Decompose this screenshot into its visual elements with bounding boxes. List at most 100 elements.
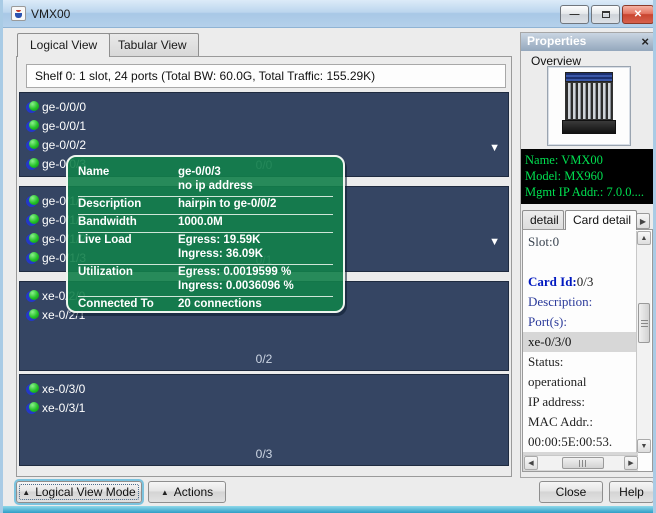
port-status-icon bbox=[26, 309, 38, 321]
vertical-scroll-thumb[interactable] bbox=[638, 303, 650, 343]
port-ball-icon bbox=[29, 383, 39, 393]
card-detail-row: MAC Addr.: bbox=[523, 412, 638, 432]
tooltip-value: no ip address bbox=[178, 180, 253, 194]
port-status-icon bbox=[26, 233, 38, 245]
up-triangle-icon: ▲ bbox=[22, 488, 30, 497]
port-status-icon bbox=[26, 402, 38, 414]
port-ball-icon bbox=[29, 402, 39, 412]
window-title: VMX00 bbox=[31, 7, 70, 21]
device-info-line: Mgmt IP Addr.: 7.0.0.... bbox=[525, 184, 653, 200]
port-row[interactable]: ge-0/0/0 bbox=[20, 97, 508, 116]
tab-detail[interactable]: detail bbox=[522, 210, 564, 230]
card-detail-row[interactable]: xe-0/3/0 bbox=[523, 332, 638, 352]
port-row[interactable]: xe-0/3/1 bbox=[20, 398, 508, 417]
tooltip-row: UtilizationEgress: 0.0019599 % bbox=[78, 266, 333, 280]
restore-button[interactable] bbox=[591, 5, 620, 24]
tooltip-value: hairpin to ge-0/0/2 bbox=[178, 198, 276, 212]
vertical-scrollbar[interactable]: ▲ ▼ bbox=[636, 231, 651, 453]
expand-panel-icon[interactable]: ▼ bbox=[489, 143, 500, 154]
port-ball-icon bbox=[29, 139, 39, 149]
help-button[interactable]: Help bbox=[609, 481, 654, 503]
port-detail-tooltip: Namege-0/0/3no ip addressDescriptionhair… bbox=[66, 155, 345, 313]
tooltip-label: Live Load bbox=[78, 234, 178, 248]
scroll-down-icon[interactable]: ▼ bbox=[637, 439, 651, 453]
port-name: ge-0/0/0 bbox=[42, 100, 86, 114]
port-ball-icon bbox=[29, 214, 39, 224]
logical-view-mode-label: Logical View Mode bbox=[35, 485, 136, 499]
properties-header[interactable]: Properties × bbox=[521, 33, 653, 51]
tooltip-label: Connected To bbox=[78, 298, 178, 312]
scroll-right-icon[interactable]: ▶ bbox=[624, 456, 638, 470]
tab-logical-view[interactable]: Logical View bbox=[17, 33, 110, 57]
properties-close-icon[interactable]: × bbox=[641, 34, 649, 49]
horizontal-scroll-thumb[interactable] bbox=[562, 457, 604, 469]
tooltip-row: Ingress: 0.0036096 % bbox=[78, 280, 333, 294]
tooltip-label: Description bbox=[78, 198, 178, 212]
port-name: ge-0/0/1 bbox=[42, 119, 86, 133]
close-window-button[interactable]: ✕ bbox=[622, 5, 654, 24]
properties-panel: Properties × Overview Name: VMX00Model: … bbox=[520, 32, 654, 478]
port-ball-icon bbox=[29, 195, 39, 205]
port-row[interactable]: xe-0/3/0 bbox=[20, 379, 508, 398]
card-detail-row: operational bbox=[523, 372, 638, 392]
port-status-icon bbox=[26, 290, 38, 302]
title-bar[interactable]: VMX00 — ✕ bbox=[3, 0, 656, 28]
device-info-box: Name: VMX00Model: MX960Mgmt IP Addr.: 7.… bbox=[521, 149, 653, 204]
port-status-icon bbox=[26, 120, 38, 132]
horizontal-scrollbar[interactable]: ◀ ▶ bbox=[524, 455, 638, 470]
tooltip-value: Egress: 0.0019599 % bbox=[178, 266, 291, 280]
port-name: xe-0/3/1 bbox=[42, 401, 85, 415]
tooltip-label bbox=[78, 180, 178, 194]
close-button[interactable]: Close bbox=[539, 481, 603, 503]
port-status-icon bbox=[26, 195, 38, 207]
port-row[interactable]: ge-0/0/1 bbox=[20, 116, 508, 135]
tooltip-row: no ip address bbox=[78, 180, 333, 194]
pic-panel-0-3[interactable]: xe-0/3/0 xe-0/3/1 0/3 bbox=[19, 374, 509, 466]
card-detail-row: Slot:0 bbox=[523, 232, 638, 252]
tab-tabular-view[interactable]: Tabular View bbox=[105, 33, 199, 56]
tooltip-row: Live LoadEgress: 19.59K bbox=[78, 234, 333, 248]
port-name: xe-0/3/0 bbox=[42, 382, 85, 396]
card-detail-row bbox=[523, 252, 638, 272]
logical-view-mode-button[interactable]: ▲ Logical View Mode bbox=[16, 481, 142, 503]
tooltip-row: Ingress: 36.09K bbox=[78, 248, 333, 262]
card-id-label: Card Id: bbox=[528, 274, 577, 289]
tooltip-value: 20 connections bbox=[178, 298, 262, 312]
tooltip-group: Bandwidth1000.0M bbox=[78, 215, 333, 233]
java-app-icon bbox=[11, 6, 26, 21]
device-info-line: Model: MX960 bbox=[525, 168, 653, 184]
expand-panel-icon[interactable]: ▼ bbox=[489, 237, 500, 248]
tab-card-detail[interactable]: Card detail bbox=[565, 210, 637, 230]
card-detail-row: Card Id:0/3 bbox=[523, 272, 638, 292]
tooltip-group: Live LoadEgress: 19.59KIngress: 36.09K bbox=[78, 233, 333, 265]
tooltip-label: Utilization bbox=[78, 266, 178, 280]
properties-title: Properties bbox=[527, 34, 586, 48]
port-status-icon bbox=[26, 214, 38, 226]
tooltip-group: Namege-0/0/3no ip address bbox=[78, 165, 333, 197]
panel-slot-label: 0/3 bbox=[20, 447, 508, 461]
port-ball-icon bbox=[29, 120, 39, 130]
tooltip-group: Descriptionhairpin to ge-0/0/2 bbox=[78, 197, 333, 215]
window-bottom-edge bbox=[3, 506, 656, 513]
panel-slot-label: 0/2 bbox=[20, 352, 508, 366]
tooltip-group: Connected To20 connections bbox=[78, 297, 333, 314]
port-ball-icon bbox=[29, 101, 39, 111]
card-detail-row: Port(s): bbox=[523, 312, 638, 332]
scroll-left-icon[interactable]: ◀ bbox=[524, 456, 538, 470]
port-ball-icon bbox=[29, 290, 39, 300]
tooltip-value: Egress: 19.59K bbox=[178, 234, 260, 248]
actions-button[interactable]: ▲ Actions bbox=[148, 481, 226, 503]
card-detail-row: Status: bbox=[523, 352, 638, 372]
minimize-button[interactable]: — bbox=[560, 5, 589, 24]
tooltip-row: Connected To20 connections bbox=[78, 298, 333, 312]
port-ball-icon bbox=[29, 309, 39, 319]
card-detail-row: Description: bbox=[523, 292, 638, 312]
port-row[interactable]: ge-0/0/2 bbox=[20, 135, 508, 154]
port-name: ge-0/0/2 bbox=[42, 138, 86, 152]
tooltip-row: Descriptionhairpin to ge-0/0/2 bbox=[78, 198, 333, 212]
tooltip-value: Ingress: 36.09K bbox=[178, 248, 263, 262]
tab-scroll-right-icon[interactable]: ▶ bbox=[636, 213, 650, 229]
scroll-up-icon[interactable]: ▲ bbox=[637, 231, 651, 245]
device-info-line: Name: VMX00 bbox=[525, 152, 653, 168]
port-ball-icon bbox=[29, 233, 39, 243]
